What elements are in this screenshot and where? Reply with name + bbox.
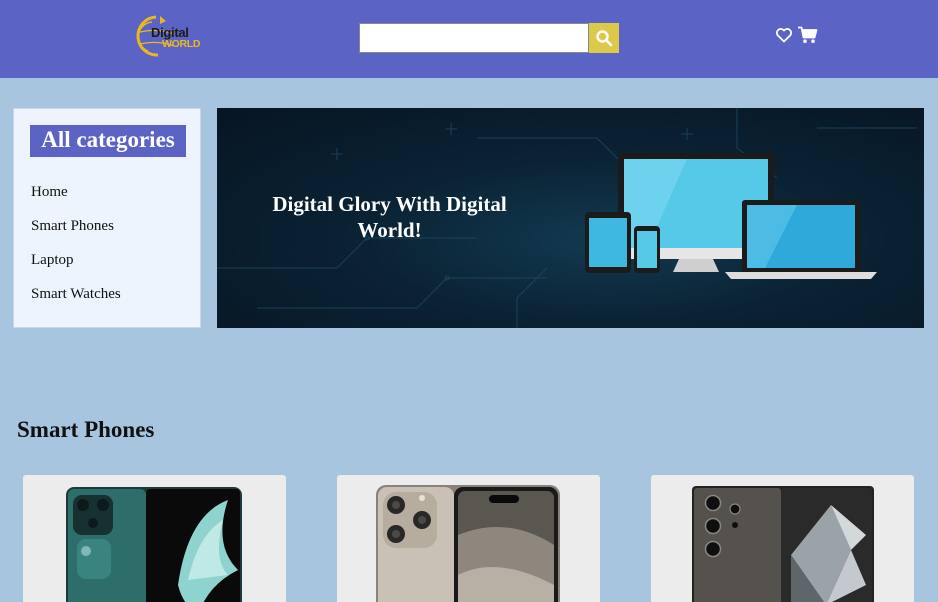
categories-panel: All categories Home Smart Phones Laptop … [13, 108, 201, 328]
product-image-titanium-galaxy-phone [692, 486, 874, 602]
cart-icon [798, 26, 818, 43]
category-item-laptop[interactable]: Laptop [31, 252, 74, 269]
heart-icon [776, 28, 792, 43]
top-header: Digital WORLD [0, 0, 938, 78]
categories-title: All categories [30, 125, 186, 157]
product-image-green-foldable-phone [66, 487, 242, 602]
product-card[interactable] [23, 475, 286, 602]
wishlist-button[interactable] [775, 26, 793, 49]
product-image-titanium-iphone [376, 485, 560, 602]
banner-title: Digital Glory With Digital World! [272, 192, 507, 242]
category-item-smart-phones[interactable]: Smart Phones [31, 218, 114, 235]
category-item-home[interactable]: Home [31, 184, 68, 201]
category-item-smart-watches[interactable]: Smart Watches [31, 286, 121, 303]
section-title-smart-phones: Smart Phones [17, 417, 155, 442]
cart-button[interactable] [798, 26, 818, 49]
logo-text-world: WORLD [162, 38, 201, 50]
product-card[interactable] [337, 475, 600, 602]
hero-banner[interactable]: Digital Glory With Digital World! [217, 108, 924, 328]
header-actions [775, 26, 821, 46]
search-icon [596, 30, 613, 47]
site-logo[interactable]: Digital WORLD [136, 14, 220, 60]
search-input[interactable] [359, 23, 589, 53]
search-button[interactable] [589, 23, 619, 53]
search-bar [359, 23, 619, 53]
product-card[interactable] [651, 475, 914, 602]
